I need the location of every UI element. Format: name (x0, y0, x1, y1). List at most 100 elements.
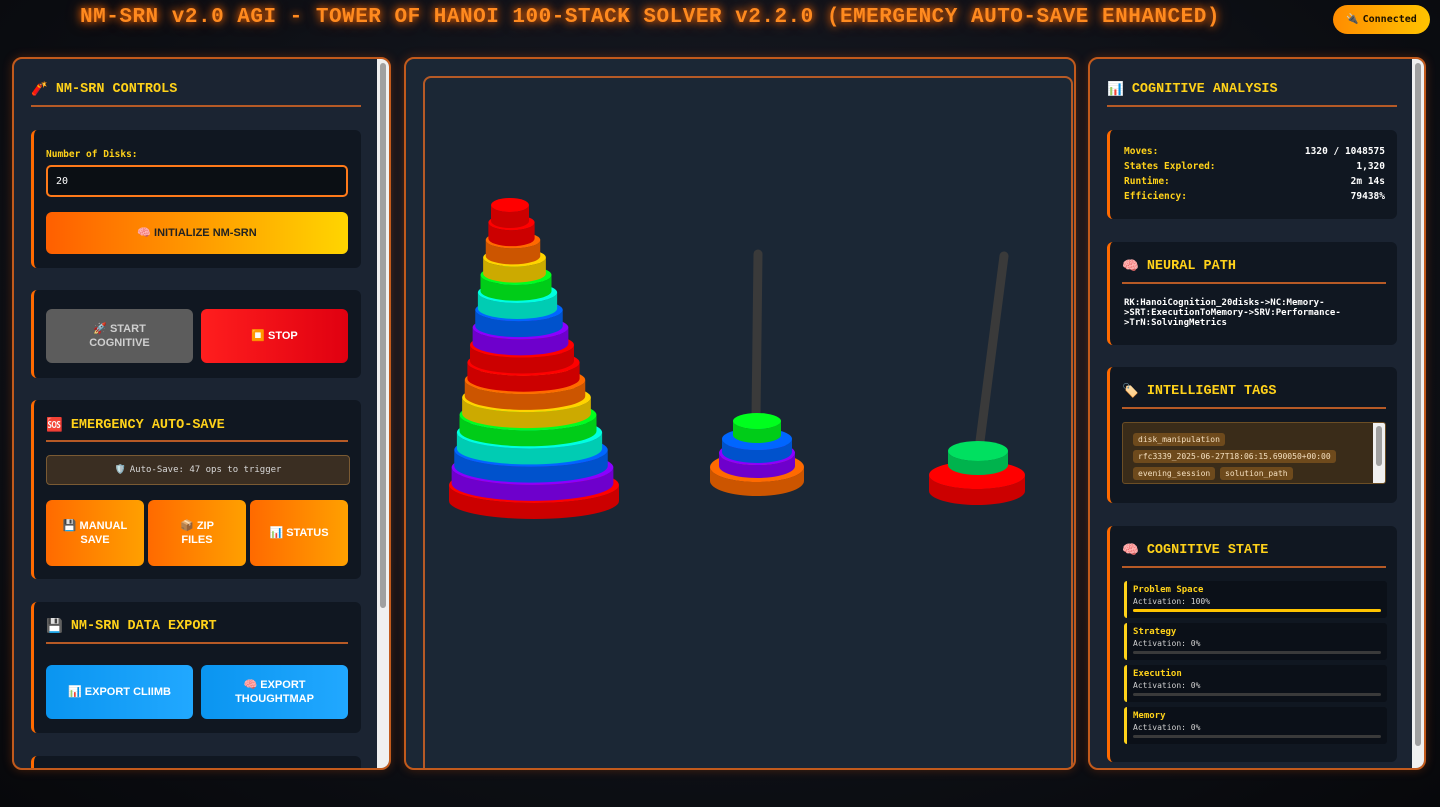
zip-files-button[interactable]: 📦 ZIP FILES (148, 500, 246, 566)
state-name: Strategy (1133, 627, 1177, 637)
autosave-card: 🆘 EMERGENCY AUTO-SAVE 🛡️ Auto-Save: 47 o… (31, 400, 361, 579)
tag-icon: 🏷️ (1122, 384, 1139, 400)
state-activation: Activation: 0% (1133, 723, 1201, 732)
tag-chip[interactable]: evening_session (1133, 467, 1216, 480)
analysis-header: 📊 COGNITIVE ANALYSIS (1107, 79, 1397, 107)
tag-chip[interactable]: solution_path (1220, 467, 1293, 480)
status-button[interactable]: 📊 STATUS (250, 500, 348, 566)
controls-panel: 🧨 NM-SRN CONTROLS Number of Disks: 🧠 INI… (12, 57, 391, 770)
activation-bar (1133, 735, 1381, 738)
state-name: Execution (1133, 669, 1182, 679)
shield-icon: 🛡️ (114, 465, 126, 475)
initialize-button[interactable]: 🧠 INITIALIZE NM-SRN (46, 212, 348, 254)
disk-top (733, 413, 781, 429)
stat-states: States Explored: 1,320 (1124, 161, 1385, 172)
connection-label: Connected (1362, 14, 1417, 25)
disk-rod-c (948, 441, 1008, 475)
stat-value: 2m 14s (1350, 176, 1385, 187)
plug-icon: 🔌 (1346, 14, 1359, 25)
state-activation: Activation: 0% (1133, 681, 1201, 690)
start-cognitive-button[interactable]: 🚀 START COGNITIVE (46, 309, 193, 363)
state-activation: Activation: 100% (1133, 597, 1211, 606)
stat-key: Runtime: (1124, 176, 1170, 187)
tower-canvas[interactable] (406, 59, 1074, 768)
export-climb-button[interactable]: 📊 EXPORT CLIIMB (46, 665, 193, 719)
peg-rod-c (974, 251, 1009, 454)
floppy-disk-icon: 💾 (46, 619, 63, 635)
bar-chart-icon: 📊 (1107, 82, 1124, 98)
disks-label: Number of Disks: (46, 149, 138, 160)
tag-chip[interactable]: disk_manipulation (1133, 433, 1225, 446)
stat-value: 79438% (1350, 191, 1385, 202)
brain-icon: 🧠 (1122, 259, 1139, 275)
peg-rod-b (751, 249, 763, 422)
stat-value: 1,320 (1356, 161, 1385, 172)
state-name: Problem Space (1133, 585, 1204, 595)
disk-rod-a (491, 198, 529, 228)
stat-key: Moves: (1124, 146, 1159, 157)
stat-runtime: Runtime: 2m 14s (1124, 176, 1385, 187)
sos-icon: 🆘 (46, 418, 63, 434)
disks-input[interactable] (46, 165, 348, 197)
state-execution: Execution Activation: 0% (1124, 665, 1387, 702)
left-scroll-thumb[interactable] (380, 63, 386, 608)
autosave-header: 🆘 EMERGENCY AUTO-SAVE (46, 416, 348, 442)
neural-path-line: RK:HanoiCognition_20disks->NC:Memory- (1124, 298, 1325, 308)
tags-header: 🏷️ INTELLIGENT TAGS (1122, 381, 1386, 409)
export-header: 💾 NM-SRN DATA EXPORT (46, 616, 348, 644)
autosave-title: EMERGENCY AUTO-SAVE (70, 417, 225, 433)
tags-card: 🏷️ INTELLIGENT TAGS disk_manipulation rf… (1107, 367, 1397, 503)
activation-bar (1133, 693, 1381, 696)
state-strategy: Strategy Activation: 0% (1124, 623, 1387, 660)
activation-fill (1133, 609, 1381, 612)
stats-card: Moves: 1320 / 1048575 States Explored: 1… (1107, 130, 1397, 219)
autosave-status: 🛡️ Auto-Save: 47 ops to trigger (46, 455, 350, 485)
neural-title: NEURAL PATH (1146, 258, 1236, 274)
disk-top (948, 441, 1008, 461)
state-activation: Activation: 0% (1133, 639, 1201, 648)
controls-title: NM-SRN CONTROLS (55, 81, 178, 97)
state-problem-space: Problem Space Activation: 100% (1124, 581, 1387, 618)
connection-status-badge: 🔌 Connected (1333, 5, 1430, 34)
state-header: 🧠 COGNITIVE STATE (1122, 540, 1386, 568)
activation-bar (1133, 651, 1381, 654)
disk-rod-b (733, 413, 781, 443)
right-scroll-thumb[interactable] (1415, 63, 1421, 746)
brain-icon: 🧠 (1122, 543, 1139, 559)
neural-header: 🧠 NEURAL PATH (1122, 256, 1386, 284)
neural-card: 🧠 NEURAL PATH RK:HanoiCognition_20disks-… (1107, 242, 1397, 345)
tags-scrollbar[interactable] (1373, 423, 1385, 483)
tags-list: disk_manipulation rfc3339_2025-06-27T18:… (1122, 422, 1386, 484)
stat-moves: Moves: 1320 / 1048575 (1124, 146, 1385, 157)
stat-efficiency: Efficiency: 79438% (1124, 191, 1385, 202)
tag-chip[interactable]: rfc3339_2025-06-27T18:06:15.690050+00:00 (1133, 450, 1336, 463)
run-card: 🚀 START COGNITIVE ⏹️ STOP (31, 290, 361, 378)
neural-path-line: >SRT:ExecutionToMemory->SRV:Performance- (1124, 308, 1341, 318)
rocket-icon: 🧨 (31, 82, 48, 98)
app-title: NM-SRN v2.0 AGI - TOWER OF HANOI 100-STA… (80, 6, 1220, 29)
state-title: COGNITIVE STATE (1146, 542, 1269, 558)
stop-button[interactable]: ⏹️ STOP (201, 309, 348, 363)
export-card: 💾 NM-SRN DATA EXPORT 📊 EXPORT CLIIMB 🧠 E… (31, 602, 361, 733)
export-thoughtmap-button[interactable]: 🧠 EXPORT THOUGHTMAP (201, 665, 348, 719)
manual-save-button[interactable]: 💾 MANUAL SAVE (46, 500, 144, 566)
controls-header: 🧨 NM-SRN CONTROLS (31, 79, 361, 107)
analysis-title: COGNITIVE ANALYSIS (1131, 81, 1278, 97)
tags-title: INTELLIGENT TAGS (1146, 383, 1277, 399)
stat-key: Efficiency: (1124, 191, 1187, 202)
cognitive-state-card: 🧠 COGNITIVE STATE Problem Space Activati… (1107, 526, 1397, 762)
stat-key: States Explored: (1124, 161, 1216, 172)
tower-view-panel (404, 57, 1076, 770)
state-name: Memory (1133, 711, 1166, 721)
autosave-status-text: Auto-Save: 47 ops to trigger (129, 465, 282, 475)
next-card (31, 756, 361, 768)
tags-scroll-thumb[interactable] (1376, 426, 1382, 466)
analysis-panel: 📊 COGNITIVE ANALYSIS Moves: 1320 / 10485… (1088, 57, 1426, 770)
disks-card: Number of Disks: 🧠 INITIALIZE NM-SRN (31, 130, 361, 268)
left-scrollbar[interactable] (377, 59, 389, 768)
disk-top (491, 198, 529, 212)
activation-bar (1133, 609, 1381, 612)
right-scrollbar[interactable] (1412, 59, 1424, 768)
export-title: NM-SRN DATA EXPORT (70, 618, 217, 634)
neural-path-line: >TrN:SolvingMetrics (1124, 318, 1227, 328)
